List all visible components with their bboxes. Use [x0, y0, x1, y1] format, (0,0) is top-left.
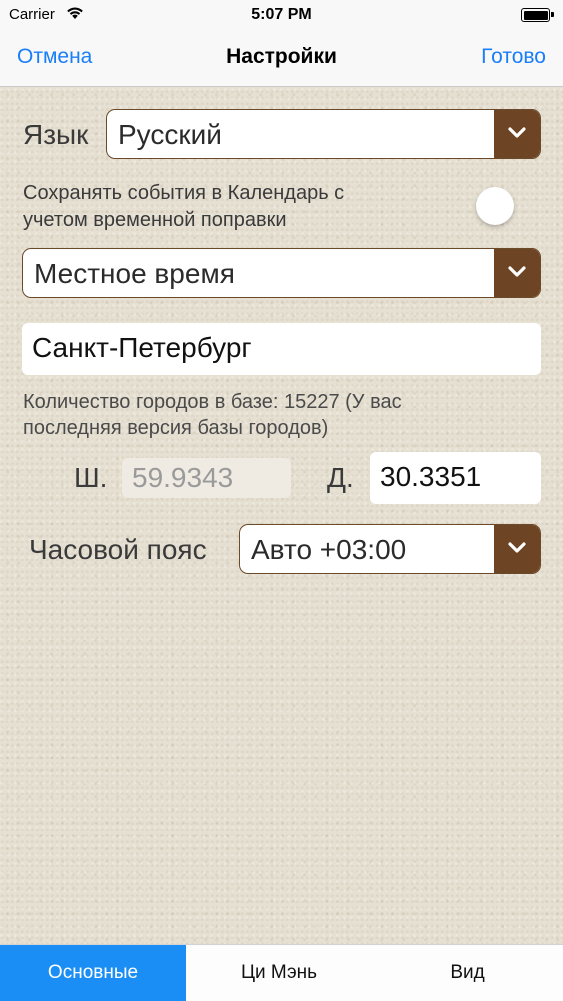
calendar-toggle[interactable]	[476, 187, 514, 225]
latitude-label: Ш.	[74, 462, 108, 493]
chevron-down-icon	[508, 266, 526, 277]
cities-info-line2: последняя версия базы городов)	[23, 417, 329, 439]
longitude-label: Д.	[327, 462, 354, 493]
battery-icon	[521, 8, 554, 22]
chevron-down-icon	[508, 127, 526, 138]
city-value: Санкт-Петербург	[32, 332, 252, 363]
status-time: 5:07 PM	[251, 6, 312, 23]
timezone-dropdown-button[interactable]	[494, 525, 540, 573]
time-mode-value: Местное время	[34, 258, 235, 289]
calendar-option-text-line2: учетом временной поправки	[23, 209, 287, 231]
time-mode-select[interactable]: Местное время	[22, 248, 541, 298]
navigation-bar: Отмена Настройки Готово	[0, 32, 563, 87]
longitude-value: 30.3351	[380, 461, 482, 492]
cancel-button[interactable]: Отмена	[17, 45, 92, 69]
timezone-label: Часовой пояс	[29, 534, 207, 565]
calendar-option-text-line1: Сохранять события в Календарь с	[23, 182, 345, 204]
cities-info-line1: Количество городов в базе: 15227 (У вас	[23, 391, 402, 413]
tab-bar: Основные Ци Мэнь Вид	[0, 944, 563, 1001]
latitude-value: 59.9343	[132, 462, 234, 493]
language-select[interactable]: Русский	[106, 109, 541, 159]
time-mode-dropdown-button[interactable]	[494, 249, 540, 297]
timezone-select[interactable]: Авто +03:00	[239, 524, 541, 574]
city-input[interactable]: Санкт-Петербург	[22, 323, 541, 375]
done-button[interactable]: Готово	[481, 45, 546, 69]
status-bar: Carrier 5:07 PM	[0, 0, 563, 32]
longitude-input[interactable]: 30.3351	[370, 452, 541, 504]
language-value: Русский	[118, 119, 222, 150]
language-dropdown-button[interactable]	[494, 110, 540, 158]
chevron-down-icon	[508, 542, 526, 553]
latitude-field: 59.9343	[122, 458, 291, 498]
tab-view[interactable]: Вид	[372, 945, 563, 1001]
timezone-value: Авто +03:00	[251, 534, 407, 565]
tab-qi-men[interactable]: Ци Мэнь	[186, 945, 372, 1001]
tab-main[interactable]: Основные	[0, 945, 186, 1001]
language-label: Язык	[23, 119, 89, 150]
